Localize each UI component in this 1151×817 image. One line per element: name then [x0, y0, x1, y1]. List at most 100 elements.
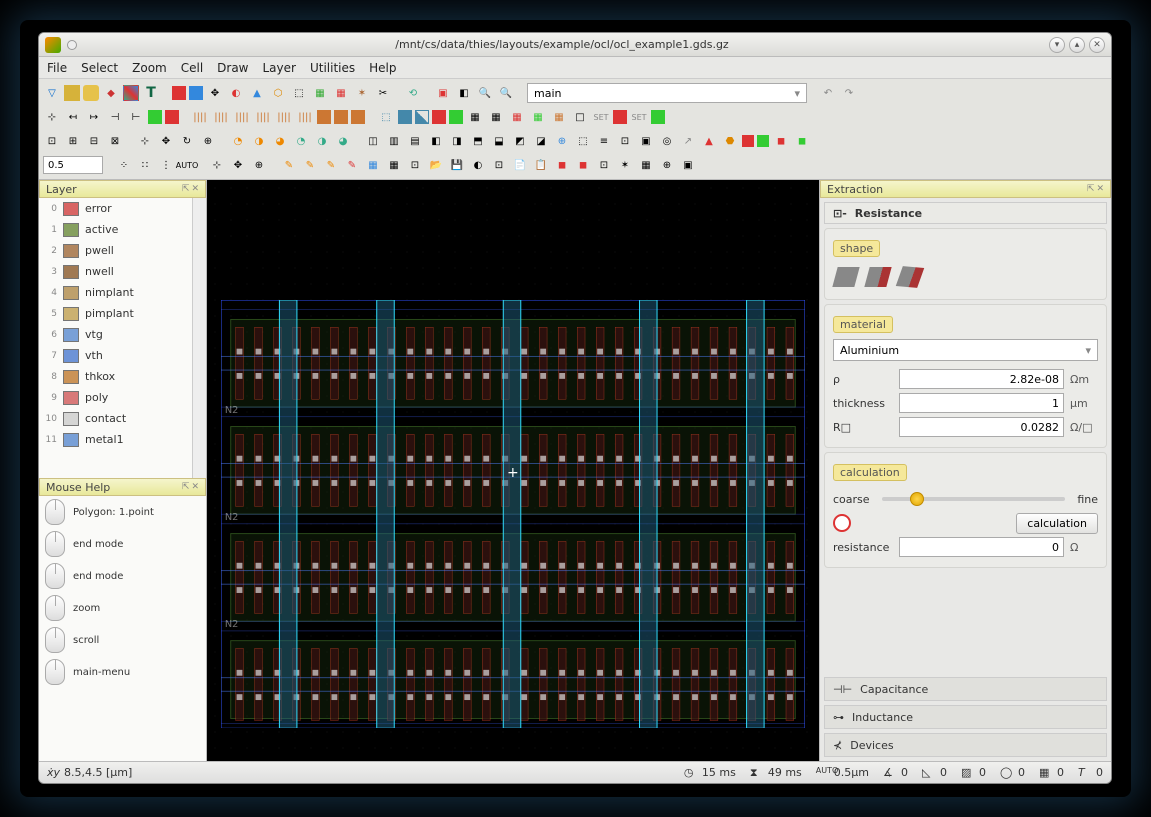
material-select[interactable]: Aluminium ▾: [833, 339, 1098, 361]
tool-icon[interactable]: ⊕: [199, 132, 217, 150]
zoom-spinbox[interactable]: 0.5: [43, 156, 103, 174]
tool-icon[interactable]: ⬣: [721, 132, 739, 150]
tool-icon[interactable]: 📋: [532, 156, 550, 174]
minimize-button[interactable]: ▾: [1049, 37, 1065, 53]
rho-input[interactable]: [899, 369, 1064, 389]
close-button[interactable]: ✕: [1089, 37, 1105, 53]
save-icon[interactable]: 💾: [448, 156, 466, 174]
lifebuoy-icon[interactable]: [833, 514, 851, 532]
layer-row[interactable]: 2pwell: [39, 240, 206, 261]
menu-help[interactable]: Help: [369, 61, 396, 75]
calculate-button[interactable]: calculation: [1016, 513, 1098, 534]
tool-icon[interactable]: [64, 85, 80, 101]
tool-icon[interactable]: ▲: [248, 84, 266, 102]
tool-icon[interactable]: ◕: [271, 132, 289, 150]
tool-icon[interactable]: [398, 110, 412, 124]
tool-icon[interactable]: ⬓: [490, 132, 508, 150]
tool-icon[interactable]: ⊟: [85, 132, 103, 150]
maximize-button[interactable]: ▴: [1069, 37, 1085, 53]
folder-open-icon[interactable]: 📂: [427, 156, 445, 174]
tool-icon[interactable]: ||||: [275, 108, 293, 126]
menu-zoom[interactable]: Zoom: [132, 61, 167, 75]
layer-row[interactable]: 10contact: [39, 408, 206, 429]
layer-row[interactable]: 9poly: [39, 387, 206, 408]
tool-icon[interactable]: [651, 110, 665, 124]
tool-icon[interactable]: ◔: [229, 132, 247, 150]
tool-icon[interactable]: ◧: [427, 132, 445, 150]
tool-icon[interactable]: ▦: [364, 156, 382, 174]
tool-icon[interactable]: ✎: [343, 156, 361, 174]
tool-icon[interactable]: ◼: [574, 156, 592, 174]
tool-icon[interactable]: [415, 110, 429, 124]
tool-icon[interactable]: [613, 110, 627, 124]
tool-icon[interactable]: ⊠: [106, 132, 124, 150]
zoom-in-icon[interactable]: 🔍: [476, 84, 494, 102]
tool-icon[interactable]: ✶: [616, 156, 634, 174]
section-resistance[interactable]: ⊡- Resistance: [824, 202, 1107, 224]
scrollbar[interactable]: [192, 198, 206, 478]
tool-icon[interactable]: ◆: [102, 84, 120, 102]
tool-icon[interactable]: ✎: [301, 156, 319, 174]
cell-selector[interactable]: main ▾: [527, 83, 807, 103]
tool-icon[interactable]: ▦: [529, 108, 547, 126]
shape-option-1[interactable]: [832, 267, 859, 287]
tool-icon[interactable]: ⬒: [469, 132, 487, 150]
tool-icon[interactable]: ⟲: [404, 84, 422, 102]
tool-icon[interactable]: ||||: [296, 108, 314, 126]
tool-icon[interactable]: ⊡: [595, 156, 613, 174]
tool-icon[interactable]: ⬚: [574, 132, 592, 150]
tool-icon[interactable]: ⊡: [616, 132, 634, 150]
tool-icon[interactable]: ↻: [178, 132, 196, 150]
redo-icon[interactable]: ↷: [840, 84, 858, 102]
tool-icon[interactable]: SET: [630, 108, 648, 126]
tool-icon[interactable]: ↤: [64, 108, 82, 126]
section-devices[interactable]: ⊀ Devices: [824, 733, 1107, 757]
tool-icon[interactable]: ↗: [679, 132, 697, 150]
tool-icon[interactable]: ↦: [85, 108, 103, 126]
tool-icon[interactable]: [742, 135, 754, 147]
layer-row[interactable]: 3nwell: [39, 261, 206, 282]
tool-icon[interactable]: ⊕: [658, 156, 676, 174]
tool-icon[interactable]: ⬡: [269, 84, 287, 102]
layer-row[interactable]: 4nimplant: [39, 282, 206, 303]
tool-icon[interactable]: ◫: [364, 132, 382, 150]
layer-row[interactable]: 5pimplant: [39, 303, 206, 324]
tool-icon[interactable]: ≡: [595, 132, 613, 150]
tool-icon[interactable]: ◨: [448, 132, 466, 150]
tool-icon[interactable]: ◑: [250, 132, 268, 150]
tool-icon[interactable]: ||||: [191, 108, 209, 126]
menu-select[interactable]: Select: [81, 61, 118, 75]
layer-row[interactable]: 1active: [39, 219, 206, 240]
menu-cell[interactable]: Cell: [181, 61, 203, 75]
tool-icon[interactable]: ◪: [532, 132, 550, 150]
tool-icon[interactable]: [189, 86, 203, 100]
tool-icon[interactable]: ◎: [658, 132, 676, 150]
layer-row[interactable]: 8thkox: [39, 366, 206, 387]
tool-icon[interactable]: [334, 110, 348, 124]
layout-canvas[interactable]: N2N2N2 +: [207, 180, 819, 761]
text-tool-icon[interactable]: T: [142, 84, 160, 102]
layer-row[interactable]: 7vth: [39, 345, 206, 366]
layer-row[interactable]: 11metal1: [39, 429, 206, 450]
section-capacitance[interactable]: ⊣⊢ Capacitance: [824, 677, 1107, 701]
tool-icon[interactable]: ▦: [385, 156, 403, 174]
tool-icon[interactable]: ▥: [385, 132, 403, 150]
tool-icon[interactable]: [172, 86, 186, 100]
tool-icon[interactable]: ✥: [157, 132, 175, 150]
menu-draw[interactable]: Draw: [217, 61, 248, 75]
tool-icon[interactable]: ⬚: [377, 108, 395, 126]
tool-icon[interactable]: ⊞: [64, 132, 82, 150]
tool-icon[interactable]: [432, 110, 446, 124]
thickness-input[interactable]: [899, 393, 1064, 413]
tool-icon[interactable]: ⊕: [250, 156, 268, 174]
tool-icon[interactable]: [757, 135, 769, 147]
menu-utilities[interactable]: Utilities: [310, 61, 355, 75]
tool-icon[interactable]: ◧: [455, 84, 473, 102]
tool-icon[interactable]: [317, 110, 331, 124]
tool-icon[interactable]: 📄: [511, 156, 529, 174]
tool-icon[interactable]: ◔: [292, 132, 310, 150]
resistance-output[interactable]: [899, 537, 1064, 557]
tool-icon[interactable]: ⊡: [490, 156, 508, 174]
panel-close-icon[interactable]: ✕: [1096, 184, 1104, 194]
panel-pin-icon[interactable]: ⇱: [1087, 184, 1095, 194]
